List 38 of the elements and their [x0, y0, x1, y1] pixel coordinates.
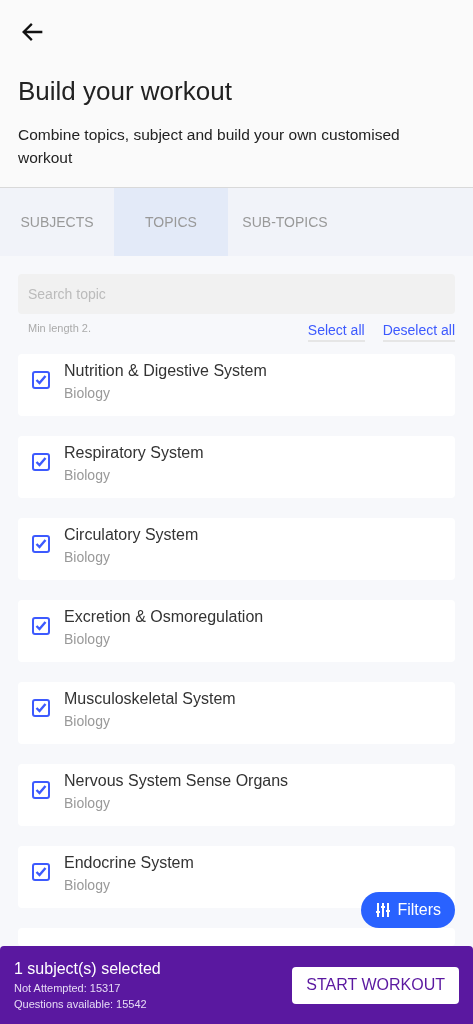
topic-name: Endocrine System	[64, 854, 194, 872]
checked-checkbox-icon[interactable]	[32, 781, 50, 799]
topic-name: Excretion & Osmoregulation	[64, 608, 264, 626]
selection-count: 1 subject(s) selected	[14, 960, 161, 978]
checked-checkbox-icon[interactable]	[32, 453, 50, 471]
topic-subject: Biology	[64, 467, 111, 483]
questions-count: Questions available: 15542	[14, 998, 148, 1010]
topic-subject: Biology	[64, 713, 111, 729]
select-link[interactable]: Deselect all	[382, 322, 455, 342]
topic-card[interactable]: Circulatory System Biology	[18, 518, 455, 580]
topic-name: Respiratory System	[64, 444, 204, 462]
checked-checkbox-icon[interactable]	[32, 617, 50, 635]
search-hint: Min length 2.	[28, 322, 92, 334]
topic-subject: Biology	[64, 877, 111, 893]
checked-checkbox-icon[interactable]	[32, 535, 50, 553]
topic-name: Musculoskeletal System	[64, 690, 236, 708]
topic-card[interactable]: Respiratory System Biology	[18, 436, 455, 498]
topic-card[interactable]: Musculoskeletal System Biology	[18, 682, 455, 744]
sliders-icon	[375, 902, 392, 918]
topic-subject: Biology	[64, 795, 111, 811]
start-workout-button[interactable]: START WORKOUT	[292, 966, 459, 1004]
topic-name: Circulatory System	[64, 526, 199, 544]
topic-card[interactable]: Excretion & Osmoregulation Biology	[18, 600, 455, 662]
topic-card[interactable]: Nutrition & Digestive System Biology	[18, 354, 455, 416]
topic-name: Nervous System Sense Organs	[64, 772, 289, 790]
checked-checkbox-icon[interactable]	[32, 699, 50, 717]
topic-card[interactable]: Nervous System Sense Organs Biology	[18, 764, 455, 826]
filters-button[interactable]: Filters	[361, 892, 455, 928]
checked-checkbox-icon[interactable]	[32, 371, 50, 389]
topic-subject: Biology	[64, 631, 111, 647]
page-title: Build your workout	[18, 76, 233, 107]
topic-name: Nutrition & Digestive System	[64, 362, 267, 380]
topic-subject: Biology	[64, 549, 111, 565]
topic-subject: Biology	[64, 385, 111, 401]
page-subtitle: Combine topics, subject and build your own customised workout	[18, 125, 401, 168]
select-link[interactable]: Select all	[307, 322, 365, 342]
not-attempted-count: Not Attempted: 15317	[14, 982, 122, 994]
checked-checkbox-icon[interactable]	[32, 863, 50, 881]
